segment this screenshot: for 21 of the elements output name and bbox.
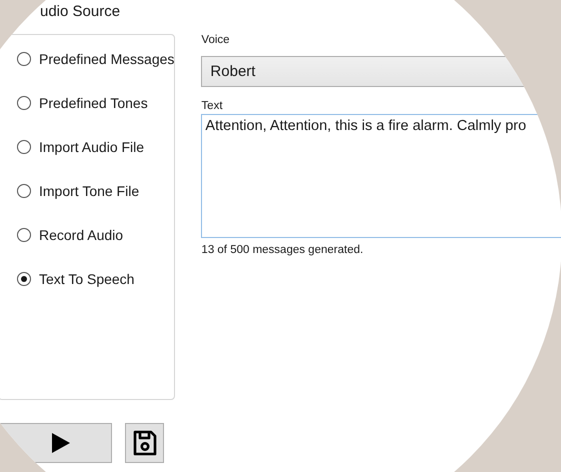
save-icon bbox=[132, 429, 158, 457]
radio-option[interactable]: Predefined Messages bbox=[17, 48, 174, 70]
radio-option[interactable]: Predefined Tones bbox=[17, 92, 148, 114]
radio-option[interactable]: Record Audio bbox=[17, 224, 124, 246]
status-text: 13 of 500 messages generated. bbox=[201, 244, 364, 256]
voice-label: Voice bbox=[201, 34, 230, 46]
radio-label: Import Tone File bbox=[39, 183, 140, 199]
radio-option[interactable]: Import Tone File bbox=[17, 180, 140, 202]
radio-label: Predefined Tones bbox=[39, 95, 148, 111]
radio-label: Record Audio bbox=[39, 227, 124, 243]
radio-label: Import Audio File bbox=[39, 139, 144, 155]
save-button[interactable] bbox=[125, 423, 164, 463]
radio-label: Text To Speech bbox=[39, 271, 134, 287]
radio-option[interactable]: Text To Speech bbox=[17, 268, 134, 290]
radio-label: Predefined Messages bbox=[39, 51, 174, 67]
play-button[interactable] bbox=[0, 423, 112, 463]
section-title: udio Source bbox=[40, 3, 120, 20]
play-icon bbox=[51, 432, 71, 454]
radio-option[interactable]: Import Audio File bbox=[17, 136, 144, 158]
text-field[interactable]: Attention, Attention, this is a fire alarm. Calmly pro bbox=[201, 114, 561, 238]
text-label: Text bbox=[201, 100, 223, 112]
